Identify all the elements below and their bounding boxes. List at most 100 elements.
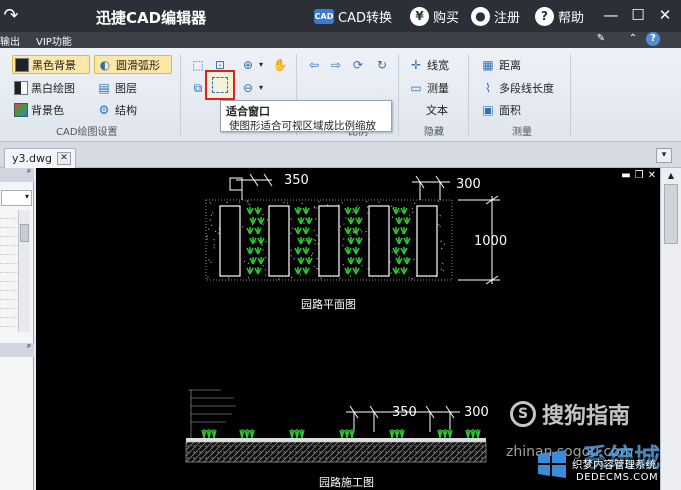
help-icon: ? <box>535 6 554 26</box>
site-desc-watermark: 织梦内容管理系统 <box>572 457 656 472</box>
document-tab-label: y3.dwg <box>12 152 52 165</box>
measure-toggle-button[interactable]: ▭ 测量 <box>406 78 451 97</box>
section-grass-tuft <box>349 429 355 439</box>
pin-icon[interactable]: ᵖ <box>27 168 31 178</box>
gravel-dot <box>396 254 398 256</box>
sogou-s-icon: S <box>510 401 536 427</box>
grass-tuft <box>257 237 265 245</box>
gravel-dot <box>378 201 380 203</box>
grass-tuft <box>392 227 400 235</box>
structure-icon: ⚙ <box>98 102 110 117</box>
buy-button[interactable]: ¥ 购买 <box>410 6 459 26</box>
gravel-dot <box>442 262 444 264</box>
gravel-dot <box>408 277 410 279</box>
gravel-dot <box>213 239 215 241</box>
rotate-button[interactable]: ⟳ <box>348 55 368 74</box>
help-button[interactable]: ? 帮助 <box>535 6 584 26</box>
cad-convert-label: CAD转换 <box>338 10 392 26</box>
next-view-button[interactable]: ⇨ <box>326 55 346 74</box>
panel-dropdown[interactable]: ▾ <box>1 190 32 206</box>
gravel-dot <box>351 211 353 213</box>
brush-icon[interactable]: ✎ <box>594 32 608 46</box>
cad-logo-icon: CAD <box>314 8 334 24</box>
zoom-in-button[interactable]: ⊕ ▾ <box>238 55 265 74</box>
black-square-icon <box>15 57 29 72</box>
grass-tuft <box>400 267 408 275</box>
canvas-minimize-icon[interactable]: ▬ <box>621 170 630 181</box>
dim-350-bottom-label: 350 <box>392 405 417 420</box>
grass-tuft <box>246 227 254 235</box>
tab-list-dropdown[interactable]: ▾ <box>656 148 672 163</box>
cad-convert-button[interactable]: CAD CAD转换 <box>314 6 392 26</box>
gravel-dot <box>247 200 249 202</box>
canvas-close-icon[interactable]: ✕ <box>648 170 656 181</box>
gravel-dot <box>290 232 292 235</box>
gravel-dot <box>209 202 212 204</box>
section-grass-tuft <box>470 429 476 439</box>
gravel-dot <box>262 249 264 251</box>
help-circle-icon[interactable]: ? <box>646 32 660 46</box>
canvas-scroll-thumb[interactable] <box>664 184 678 244</box>
ribbon-separator <box>180 54 181 136</box>
cad-canvas[interactable]: ▬ ❐ ✕ 350 300 1000 园路平面图 350 300 园路施工图 S… <box>36 168 660 490</box>
gravel-dot <box>367 212 369 214</box>
bw-draw-button[interactable]: 黑白绘图 <box>12 78 77 97</box>
gravel-dot <box>207 276 209 278</box>
black-background-button[interactable]: 黑色背景 <box>12 55 90 74</box>
refresh-button[interactable]: ↻ <box>372 55 392 74</box>
polyline-length-button[interactable]: ⌇ 多段线长度 <box>478 78 556 97</box>
collapse-ribbon-icon[interactable]: ⌃ <box>626 32 640 46</box>
text-toggle-button[interactable]: 文本 <box>424 100 450 119</box>
gravel-dot <box>283 202 285 204</box>
grass-tuft <box>392 267 400 275</box>
gravel-dot <box>311 252 314 254</box>
gravel-dot <box>320 277 322 279</box>
section-grass-tuft <box>201 429 207 439</box>
grass-tuft <box>352 207 360 215</box>
sogou-watermark-text: 搜狗指南 <box>542 404 631 429</box>
close-button[interactable]: ✕ <box>656 6 674 24</box>
prev-view-button[interactable]: ⇦ <box>304 55 324 74</box>
rotate-icon: ⟳ <box>352 57 364 72</box>
scroll-up-icon[interactable]: ▲ <box>665 171 677 181</box>
minimize-button[interactable]: — <box>602 6 620 24</box>
polyline-icon: ⌇ <box>485 80 491 95</box>
gravel-dot <box>209 219 211 221</box>
register-button[interactable]: ● 注册 <box>471 6 520 26</box>
gravel-dot <box>314 207 316 209</box>
plan-caption: 园路平面图 <box>301 298 356 311</box>
panel-scrollbar[interactable] <box>18 210 30 332</box>
smooth-arc-button[interactable]: ◐ 圆滑弧形 <box>94 55 172 74</box>
document-tab[interactable]: y3.dwg ✕ <box>4 148 76 168</box>
section-grass-tuft <box>289 429 295 439</box>
arrow-left-icon: ⇦ <box>308 57 320 72</box>
gravel-dot <box>314 243 316 245</box>
structure-button[interactable]: ⚙ 结构 <box>94 100 139 119</box>
layers-button[interactable]: ▤ 图层 <box>94 78 139 97</box>
canvas-vertical-scrollbar[interactable]: ▲ <box>660 168 681 490</box>
close-tab-icon[interactable]: ✕ <box>56 152 71 165</box>
back-arrow-icon[interactable]: ↷ <box>0 5 22 27</box>
distance-button[interactable]: ▦ 距离 <box>478 55 523 74</box>
menu-output[interactable]: 输出 <box>0 33 20 48</box>
maximize-button[interactable]: ☐ <box>629 6 647 24</box>
gravel-dot <box>210 261 212 263</box>
hand-button[interactable]: ✋ <box>270 55 290 74</box>
section-grass-tuft <box>339 429 345 439</box>
background-color-button[interactable]: 背景色 <box>12 100 66 119</box>
section-grass-tuft <box>294 429 300 439</box>
fit-window-button[interactable] <box>205 70 235 100</box>
panel-scroll-thumb[interactable] <box>20 224 29 242</box>
linewidth-button[interactable]: ✛ 线宽 <box>406 55 451 74</box>
menu-vip[interactable]: VIP功能 <box>36 33 72 48</box>
gravel-dot <box>247 277 250 279</box>
gravel-dot <box>239 201 241 203</box>
area-button[interactable]: ▣ 面积 <box>478 100 523 119</box>
pin-icon[interactable]: ᵖ <box>27 343 31 353</box>
canvas-restore-icon[interactable]: ❐ <box>635 170 644 181</box>
zoom-out-button[interactable]: ⊖ ▾ <box>238 78 265 97</box>
grass-tuft <box>352 267 360 275</box>
grass-tuft <box>355 257 363 265</box>
grass-tuft <box>352 247 360 255</box>
tooltip-description: 使图形适合可视区域成比例缩放 <box>229 120 376 132</box>
